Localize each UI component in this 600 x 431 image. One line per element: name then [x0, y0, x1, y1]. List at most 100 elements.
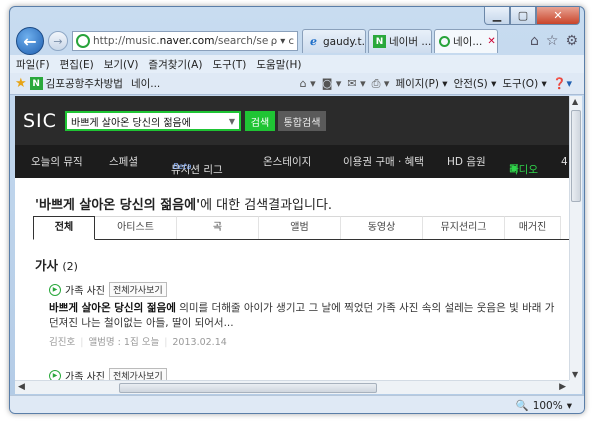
chevron-down-icon[interactable]: ▼	[229, 117, 235, 126]
address-bar[interactable]: http://music.naver.com/search/sea ρ ▾ c	[72, 31, 298, 51]
status-bar: 🔍 100% ▾	[10, 395, 584, 413]
address-controls[interactable]: ρ ▾ c	[268, 36, 297, 47]
horizontal-scrollbar[interactable]: ◀ ▶	[15, 380, 569, 394]
menu-bar: 파일(F) 편집(E) 보기(V) 즐겨찾기(A) 도구(T) 도움말(H)	[10, 55, 584, 73]
command-bar: ⌂ ▾ ◙ ▾ ✉ ▾ ⎙ ▾ 페이지(P) ▾ 안전(S) ▾ 도구(O) ▾…	[300, 76, 584, 91]
lyrics-meta: 김진호 | 앨범명 : 1집 오늘 | 2013.02.14	[49, 337, 227, 348]
close-tab-icon[interactable]: ✕	[487, 36, 495, 47]
tab-musician-league[interactable]: 뮤지션리그	[423, 216, 505, 239]
nav-onstage[interactable]: 온스테이지	[263, 154, 311, 169]
menu-tools[interactable]: 도구(T)	[212, 57, 246, 72]
menu-view[interactable]: 보기(V)	[104, 57, 139, 72]
menu-edit[interactable]: 편집(E)	[60, 57, 94, 72]
home-icon[interactable]: ⌂	[530, 33, 539, 49]
home-icon[interactable]: ⌂ ▾	[300, 77, 316, 90]
forward-button[interactable]: →	[48, 31, 68, 51]
favorite-link-naver[interactable]: 네이...	[131, 76, 160, 91]
command-page[interactable]: 페이지(P) ▾	[395, 76, 447, 91]
browser-window: ▁ ▢ ✕ ← → http://music.naver.com/search/…	[9, 6, 585, 414]
favorites-star-icon[interactable]: ★	[15, 76, 27, 91]
rss-icon[interactable]: ◙ ▾	[322, 77, 342, 90]
tab-naver[interactable]: N 네이버 ...	[368, 29, 432, 53]
tab-all[interactable]: 전체	[33, 216, 95, 240]
result-suffix: 에 대한 검색결과입니다.	[200, 198, 333, 213]
zoom-level[interactable]: 100%	[533, 400, 563, 412]
gear-icon[interactable]: ⚙	[565, 33, 578, 49]
tab-naver-music[interactable]: 네이... ✕	[434, 29, 498, 53]
browser-right-icons: ⌂ ☆ ⚙	[530, 33, 578, 49]
beta-badge: Beta	[173, 161, 192, 171]
lyrics-snippet: 바쁘게 살아온 당신의 젊음에 의미를 더해줄 아이가 생기고 그 날에 찍었던…	[49, 302, 555, 329]
tab-album[interactable]: 앨범	[259, 216, 341, 239]
nav-more[interactable]: 4	[561, 156, 568, 168]
back-button[interactable]: ←	[16, 27, 44, 55]
lyrics-count: (2)	[62, 260, 78, 273]
close-button[interactable]: ✕	[536, 7, 580, 25]
menu-help[interactable]: 도움말(H)	[256, 57, 301, 72]
artist-link[interactable]: 김진호	[49, 337, 75, 348]
maximize-button[interactable]: ▢	[510, 7, 536, 25]
search-input[interactable]: 바쁘게 살아온 당신의 젊음에 ▼	[65, 111, 241, 131]
scroll-down-icon[interactable]: ▼	[572, 370, 578, 379]
result-query: '바쁘게 살아온 당신의 젊음에'	[35, 198, 201, 213]
radio-icon: ▣	[509, 161, 519, 174]
site-logo[interactable]: SIC	[23, 110, 57, 132]
search-button[interactable]: 검색	[245, 111, 275, 131]
command-tools[interactable]: 도구(O) ▾	[502, 76, 546, 91]
page-viewport: SIC 바쁘게 살아온 당신의 젊음에 ▼ 검색 통합검색 오늘의 뮤직 스페셜…	[15, 96, 569, 380]
naver-music-favicon-icon	[76, 34, 90, 48]
menu-favorites[interactable]: 즐겨찾기(A)	[148, 57, 202, 72]
result-heading: '바쁘게 살아온 당신의 젊음에'에 대한 검색결과입니다.	[35, 194, 332, 213]
full-lyrics-button[interactable]: 전체가사보기	[108, 368, 167, 380]
site-header: SIC 바쁘게 살아온 당신의 젊음에 ▼ 검색 통합검색	[15, 96, 569, 145]
favorites-bar: ★ N 김포공항주차방법 네이... ⌂ ▾ ◙ ▾ ✉ ▾ ⎙ ▾ 페이지(P…	[10, 73, 584, 95]
horizontal-scroll-thumb[interactable]	[119, 383, 377, 393]
album-name[interactable]: 앨범명 : 1집 오늘	[88, 337, 159, 348]
help-icon[interactable]: ❓▾	[553, 77, 572, 90]
total-search-button[interactable]: 통합검색	[278, 111, 326, 131]
scrollbar-corner	[569, 380, 582, 394]
favorites-star-icon[interactable]: ☆	[546, 33, 559, 49]
nav-subscription[interactable]: 이용권 구매 · 혜택	[343, 154, 424, 169]
scroll-left-icon[interactable]: ◀	[18, 382, 25, 392]
favorite-link-gimpo[interactable]: 김포공항주차방법	[46, 76, 123, 91]
list-item: ▶ 가족 사진 전체가사보기 바쁘게 살아온 당신의 젊음에 의미를 더해줄 아…	[49, 282, 569, 348]
release-date: 2013.02.14	[172, 337, 227, 348]
command-safety[interactable]: 안전(S) ▾	[454, 76, 497, 91]
play-icon[interactable]: ▶	[49, 283, 61, 296]
mail-icon[interactable]: ✉ ▾	[347, 77, 365, 90]
zoom-icon[interactable]: 🔍	[516, 399, 529, 412]
naver-n-icon: N	[373, 35, 386, 48]
window-caption-buttons: ▁ ▢ ✕	[484, 7, 580, 26]
tab-song[interactable]: 곡	[177, 216, 259, 239]
tab-artist[interactable]: 아티스트	[95, 216, 177, 239]
minimize-button[interactable]: ▁	[484, 7, 510, 25]
ie-icon: ℯ	[310, 35, 317, 48]
play-icon[interactable]: ▶	[49, 369, 61, 380]
address-url[interactable]: http://music.naver.com/search/sea	[93, 35, 268, 47]
tab-magazine[interactable]: 매거진	[505, 216, 561, 239]
song-title-link[interactable]: 가족 사진	[65, 282, 105, 297]
vertical-scroll-thumb[interactable]	[571, 110, 581, 202]
nav-special[interactable]: 스페셜	[109, 154, 138, 169]
full-lyrics-button[interactable]: 전체가사보기	[108, 282, 167, 297]
print-icon[interactable]: ⎙ ▾	[372, 77, 390, 91]
chevron-down-icon[interactable]: ▾	[567, 400, 572, 412]
tab-gaudy[interactable]: ℯ gaudy.t...	[302, 29, 366, 53]
nav-hd-audio[interactable]: HD 음원	[447, 154, 486, 169]
lyrics-section-title: 가사 (2)	[35, 258, 78, 273]
navigation-bar: ← → http://music.naver.com/search/sea ρ …	[10, 25, 584, 55]
list-item: ▶ 가족 사진 전체가사보기	[49, 368, 569, 380]
tab-video[interactable]: 동영상	[341, 216, 423, 239]
nav-today-music[interactable]: 오늘의 뮤직	[31, 154, 83, 169]
vertical-scrollbar[interactable]: ▲ ▼	[569, 96, 582, 380]
result-tabs: 전체 아티스트 곡 앨범 동영상 뮤지션리그 매거진	[33, 216, 569, 240]
scroll-right-icon[interactable]: ▶	[559, 382, 566, 392]
global-nav: 오늘의 뮤직 스페셜 뮤지션 리그 Beta 온스테이지 이용권 구매 · 혜택 …	[15, 145, 569, 178]
naver-music-icon	[439, 36, 450, 47]
scroll-up-icon[interactable]: ▲	[572, 97, 578, 106]
naver-n-icon: N	[29, 77, 43, 90]
menu-file[interactable]: 파일(F)	[16, 57, 50, 72]
song-title-link[interactable]: 가족 사진	[65, 368, 105, 380]
search-input-value: 바쁘게 살아온 당신의 젊음에	[71, 117, 191, 129]
